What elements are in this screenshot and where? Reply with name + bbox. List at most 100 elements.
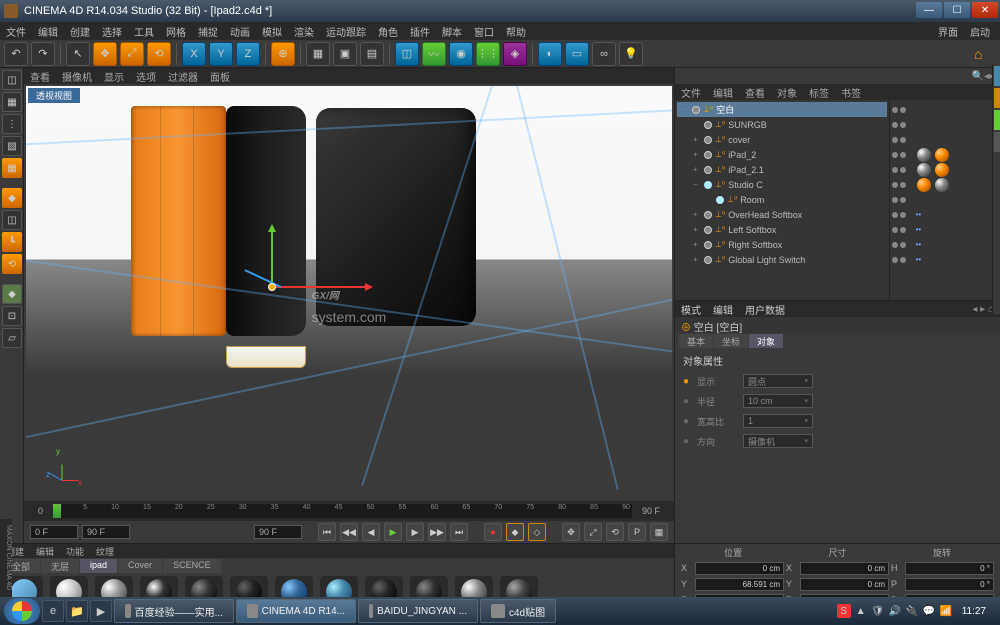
poly-mode[interactable]: ◆ xyxy=(2,188,22,208)
menu-window[interactable]: 窗口 xyxy=(474,24,494,39)
select-tool[interactable]: ↖ xyxy=(66,42,90,66)
attr-field[interactable]: 10 cm xyxy=(743,394,813,408)
move-tool[interactable]: ✥ xyxy=(93,42,117,66)
strip-icon-1[interactable] xyxy=(994,66,1000,86)
strip-icon-4[interactable] xyxy=(994,132,1000,152)
tray-icon-5[interactable]: 🔌 xyxy=(905,604,919,618)
vp-menu-options[interactable]: 选项 xyxy=(136,69,156,84)
key-rot-icon[interactable]: ⟲ xyxy=(606,523,624,541)
search-icon[interactable]: 🔍◂▸ xyxy=(972,71,995,82)
menu-layout[interactable]: 界面 xyxy=(938,24,958,39)
menu-tools[interactable]: 工具 xyxy=(134,24,154,39)
key-param-icon[interactable]: P xyxy=(628,523,646,541)
menu-script[interactable]: 脚本 xyxy=(442,24,462,39)
tray-icon-1[interactable]: S xyxy=(837,604,851,618)
camera-tool[interactable]: ▭ xyxy=(565,42,589,66)
mat-tab-edit[interactable]: 编辑 xyxy=(36,545,54,558)
strip-icon-2[interactable] xyxy=(994,88,1000,108)
key-pla-icon[interactable]: ▦ xyxy=(650,523,668,541)
hierarchy-item[interactable]: +⊥⁰OverHead Softbox xyxy=(677,207,887,222)
hierarchy-item[interactable]: +⊥⁰iPad_2 xyxy=(677,147,887,162)
play-button[interactable]: ▶ xyxy=(384,523,402,541)
menu-create[interactable]: 创建 xyxy=(70,24,90,39)
enable-icon[interactable]: ◆ xyxy=(2,284,22,304)
mat-group-nolayer[interactable]: 无层 xyxy=(41,559,79,573)
size-x-field[interactable]: 0 cm xyxy=(800,562,889,575)
menu-snap[interactable]: 捕捉 xyxy=(198,24,218,39)
rot-h-field[interactable]: 0 ° xyxy=(905,562,994,575)
obj-tab-file[interactable]: 文件 xyxy=(681,85,701,100)
render-settings[interactable]: ▤ xyxy=(360,42,384,66)
hierarchy-item[interactable]: ⊥⁰Room xyxy=(677,192,887,207)
attr-subtab-basic[interactable]: 基本 xyxy=(679,334,713,348)
menu-file[interactable]: 文件 xyxy=(6,24,26,39)
texture-mode[interactable]: ▦ xyxy=(2,92,22,112)
goto-end-button[interactable]: ⏭ xyxy=(450,523,468,541)
attr-tab-edit[interactable]: 编辑 xyxy=(713,302,733,317)
mat-group-ipad[interactable]: ipad xyxy=(80,559,117,573)
coord-system[interactable]: ⊕ xyxy=(271,42,295,66)
vp-menu-display[interactable]: 显示 xyxy=(104,69,124,84)
model-mode[interactable]: ◫ xyxy=(2,70,22,90)
pos-x-field[interactable]: 0 cm xyxy=(695,562,784,575)
attr-field[interactable]: 摄像机 xyxy=(743,434,813,448)
maximize-button[interactable]: ☐ xyxy=(944,2,970,18)
spline-tool[interactable]: 〰 xyxy=(422,42,446,66)
keyframe-button[interactable]: ◇ xyxy=(528,523,546,541)
deformer-tool[interactable]: ◈ xyxy=(503,42,527,66)
mat-group-scence[interactable]: SCENCE xyxy=(163,559,221,573)
close-button[interactable]: ✕ xyxy=(972,2,998,18)
total-frames-field[interactable]: 90 F xyxy=(254,525,302,539)
obj-tab-edit[interactable]: 编辑 xyxy=(713,85,733,100)
cube-primitive[interactable]: ◫ xyxy=(395,42,419,66)
y-axis-lock[interactable]: Y xyxy=(209,42,233,66)
attr-subtab-object[interactable]: 对象 xyxy=(749,334,783,348)
checker-icon[interactable]: ▦ xyxy=(2,158,22,178)
vp-menu-camera[interactable]: 摄像机 xyxy=(62,69,92,84)
quicklaunch-ie[interactable]: e xyxy=(42,600,64,622)
x-axis-lock[interactable]: X xyxy=(182,42,206,66)
autokey-button[interactable]: ◆ xyxy=(506,523,524,541)
strip-icon-3[interactable] xyxy=(994,110,1000,130)
tray-icon-3[interactable]: 🛡 xyxy=(871,604,885,618)
obj-tab-objects[interactable]: 对象 xyxy=(777,85,797,100)
mat-tab-func[interactable]: 功能 xyxy=(66,545,84,558)
menu-render[interactable]: 渲染 xyxy=(294,24,314,39)
prev-key-button[interactable]: ◀◀ xyxy=(340,523,358,541)
obj-tab-view[interactable]: 查看 xyxy=(745,85,765,100)
pos-y-field[interactable]: 68.591 cm xyxy=(695,578,784,591)
snap-icon[interactable]: ⊡ xyxy=(2,306,22,326)
menu-simulate[interactable]: 模拟 xyxy=(262,24,282,39)
taskbar-item[interactable]: BAIDU_JINGYAN ... xyxy=(358,599,478,623)
menu-animate[interactable]: 动画 xyxy=(230,24,250,39)
goto-start-button[interactable]: ⏮ xyxy=(318,523,336,541)
end-frame-field[interactable]: 90 F xyxy=(82,525,130,539)
next-key-button[interactable]: ▶▶ xyxy=(428,523,446,541)
timeline-track[interactable]: 051015202530354045505560657075808590 xyxy=(53,504,632,518)
vp-menu-view[interactable]: 查看 xyxy=(30,69,50,84)
rot-p-field[interactable]: 0 ° xyxy=(905,578,994,591)
undo-button[interactable]: ↶ xyxy=(4,42,28,66)
nurbs-tool[interactable]: ◉ xyxy=(449,42,473,66)
attr-tab-userdata[interactable]: 用户数据 xyxy=(745,302,785,317)
tray-icon-7[interactable]: 📶 xyxy=(939,604,953,618)
menu-edit[interactable]: 编辑 xyxy=(38,24,58,39)
timeline[interactable]: 0 051015202530354045505560657075808590 9… xyxy=(24,501,674,521)
point-mode[interactable]: ⋮ xyxy=(2,114,22,134)
size-y-field[interactable]: 0 cm xyxy=(800,578,889,591)
taskbar-item[interactable]: 百度经验——实用... xyxy=(114,599,234,623)
taskbar-item[interactable]: c4d贴图 xyxy=(480,599,556,623)
hierarchy-item[interactable]: −⊥⁰Studio C xyxy=(677,177,887,192)
menu-help[interactable]: 帮助 xyxy=(506,24,526,39)
hierarchy-item[interactable]: +⊥⁰cover xyxy=(677,132,887,147)
tray-icon-2[interactable]: ▲ xyxy=(854,604,868,618)
minimize-button[interactable]: — xyxy=(916,2,942,18)
quicklaunch-wmp[interactable]: ▶ xyxy=(90,600,112,622)
array-tool[interactable]: ⋮⋮ xyxy=(476,42,500,66)
menu-plugins[interactable]: 插件 xyxy=(410,24,430,39)
scale-tool[interactable]: ⤢ xyxy=(120,42,144,66)
obj-tab-bookmarks[interactable]: 书签 xyxy=(841,85,861,100)
prev-frame-button[interactable]: ◀ xyxy=(362,523,380,541)
hierarchy-item[interactable]: +⊥⁰iPad_2.1 xyxy=(677,162,887,177)
z-axis-lock[interactable]: Z xyxy=(236,42,260,66)
